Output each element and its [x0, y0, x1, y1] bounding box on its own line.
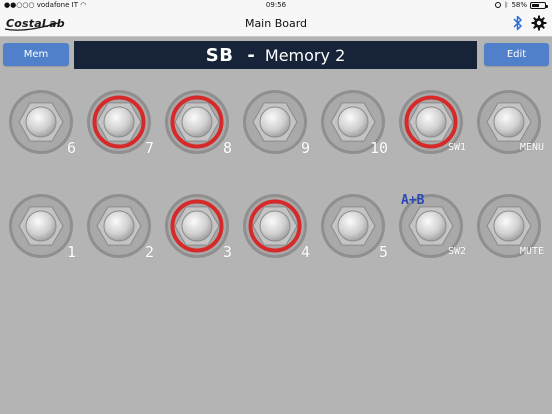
footswitch-knob-icon [243, 194, 307, 258]
footswitch-6[interactable]: 6 [8, 89, 76, 157]
footswitch-label: 5 [378, 243, 388, 261]
sw2-mode-label: A+B [401, 193, 425, 208]
footswitch-9[interactable]: 9 [242, 89, 310, 157]
footswitch-knob-icon [87, 194, 151, 258]
gear-icon[interactable] [531, 15, 547, 35]
footswitch-7[interactable]: 7 [86, 89, 154, 157]
footswitch-sw1[interactable]: SW1 [398, 89, 466, 157]
footswitch-label: 9 [300, 139, 310, 157]
footswitch-label: 8 [222, 139, 232, 157]
alarm-icon [495, 2, 502, 8]
page-title: Main Board [244, 17, 308, 30]
footswitch-3[interactable]: 3 [164, 193, 232, 261]
status-right: ᛒ 58% [495, 1, 548, 9]
preset-display: SB - Memory 2 [74, 41, 477, 69]
navigation-bar: ●●○○○ vodafone IT ◠ 09:56 ᛒ 58% CostaLab… [0, 0, 552, 37]
footswitch-knob-icon [9, 90, 73, 154]
footswitch-label: SW2 [447, 246, 466, 257]
footswitch-2[interactable]: 2 [86, 193, 154, 261]
footswitch-label: MUTE [519, 246, 544, 257]
mem-button[interactable]: Mem [3, 43, 69, 66]
footswitch-1[interactable]: 1 [8, 193, 76, 261]
footswitch-knob-icon [165, 90, 229, 154]
footswitch-label: SW1 [447, 142, 466, 153]
status-time: 09:56 [265, 1, 287, 9]
footswitch-knob-icon [9, 194, 73, 258]
footswitch-knob-icon [165, 194, 229, 258]
footswitch-mute[interactable]: MUTE [476, 193, 544, 261]
footswitch-label: 6 [66, 139, 76, 157]
footswitch-knob-icon [321, 194, 385, 258]
footswitch-4[interactable]: 4 [242, 193, 310, 261]
footswitch-label: MENU [519, 142, 544, 153]
bluetooth-status-icon: ᛒ [504, 1, 509, 9]
battery-icon [530, 1, 548, 9]
footswitch-label: 7 [144, 139, 154, 157]
footswitch-knob-icon [243, 90, 307, 154]
bank-separator: - [247, 44, 255, 66]
footswitch-knob-icon [87, 90, 151, 154]
edit-button[interactable]: Edit [484, 43, 549, 66]
memory-name: Memory 2 [264, 45, 346, 65]
footswitch-label: 4 [300, 243, 310, 261]
footswitch-label: 1 [66, 243, 76, 261]
footswitch-label: 10 [369, 139, 388, 157]
bluetooth-icon[interactable] [512, 15, 524, 35]
footswitch-menu[interactable]: MENU [476, 89, 544, 157]
footswitch-label: 3 [222, 243, 232, 261]
battery-percent: 58% [511, 1, 527, 9]
footswitch-8[interactable]: 8 [164, 89, 232, 157]
footswitch-5[interactable]: 5 [320, 193, 388, 261]
footswitch-label: 2 [144, 243, 154, 261]
bank-name: SB [205, 44, 234, 66]
footswitch-10[interactable]: 10 [320, 89, 388, 157]
